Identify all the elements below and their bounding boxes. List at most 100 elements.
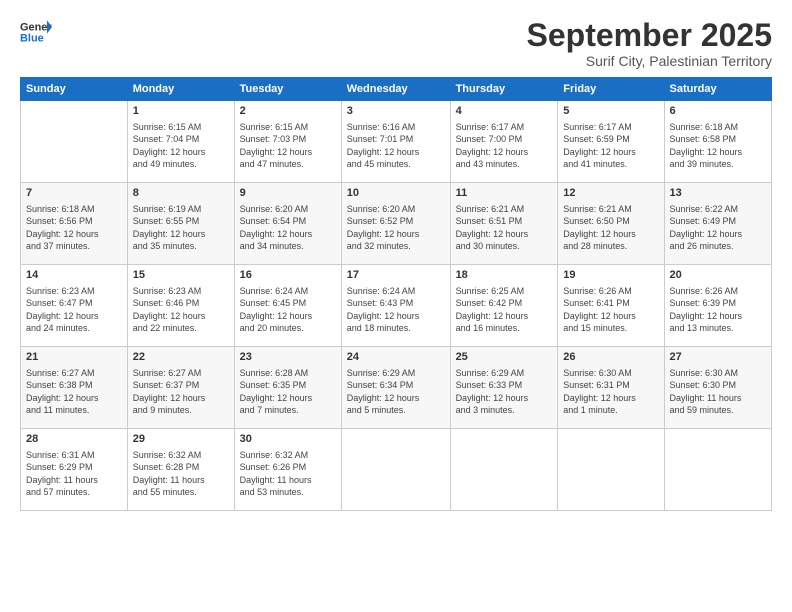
day-info: Sunrise: 6:27 AM Sunset: 6:37 PM Dayligh…	[133, 367, 229, 417]
day-number: 27	[670, 350, 767, 365]
svg-text:Blue: Blue	[20, 32, 44, 44]
header-day: Thursday	[450, 78, 558, 101]
calendar-week-row: 7 Sunrise: 6:18 AM Sunset: 6:56 PM Daylig…	[21, 183, 772, 265]
calendar-cell: 3Sunrise: 6:16 AM Sunset: 7:01 PM Daylig…	[341, 101, 450, 183]
calendar-cell: 22 Sunrise: 6:27 AM Sunset: 6:37 PM Dayli…	[127, 347, 234, 429]
header-day: Monday	[127, 78, 234, 101]
day-number: 16	[240, 268, 336, 283]
day-info: Sunrise: 6:16 AM Sunset: 7:01 PM Dayligh…	[347, 121, 445, 171]
day-number: 20	[670, 268, 767, 283]
day-number: 24	[347, 350, 445, 365]
day-number: 7	[26, 186, 122, 201]
calendar-cell: 18 Sunrise: 6:25 AM Sunset: 6:42 PM Dayli…	[450, 265, 558, 347]
day-number: 10	[347, 186, 445, 201]
day-number: 9	[240, 186, 336, 201]
day-info: Sunrise: 6:23 AM Sunset: 6:47 PM Dayligh…	[26, 285, 122, 335]
day-number: 14	[26, 268, 122, 283]
day-info: Sunrise: 6:28 AM Sunset: 6:35 PM Dayligh…	[240, 367, 336, 417]
header-day: Sunday	[21, 78, 128, 101]
calendar-week-row: 28Sunrise: 6:31 AM Sunset: 6:29 PM Dayli…	[21, 429, 772, 511]
calendar-cell: 1 Sunrise: 6:15 AM Sunset: 7:04 PM Daylig…	[127, 101, 234, 183]
day-info: Sunrise: 6:17 AM Sunset: 7:00 PM Dayligh…	[456, 121, 553, 171]
day-info: Sunrise: 6:17 AM Sunset: 6:59 PM Dayligh…	[563, 121, 658, 171]
day-number: 1	[133, 104, 229, 119]
header-day: Friday	[558, 78, 664, 101]
day-number: 25	[456, 350, 553, 365]
day-info: Sunrise: 6:23 AM Sunset: 6:46 PM Dayligh…	[133, 285, 229, 335]
calendar-cell	[21, 101, 128, 183]
day-number: 2	[240, 104, 336, 119]
calendar-cell: 6Sunrise: 6:18 AM Sunset: 6:58 PM Daylig…	[664, 101, 772, 183]
day-info: Sunrise: 6:26 AM Sunset: 6:41 PM Dayligh…	[563, 285, 658, 335]
day-info: Sunrise: 6:15 AM Sunset: 7:04 PM Dayligh…	[133, 121, 229, 171]
title-block: September 2025 Surif City, Palestinian T…	[527, 18, 772, 69]
day-info: Sunrise: 6:32 AM Sunset: 6:28 PM Dayligh…	[133, 449, 229, 499]
day-info: Sunrise: 6:27 AM Sunset: 6:38 PM Dayligh…	[26, 367, 122, 417]
calendar-cell: 13Sunrise: 6:22 AM Sunset: 6:49 PM Dayli…	[664, 183, 772, 265]
calendar-cell: 10 Sunrise: 6:20 AM Sunset: 6:52 PM Dayli…	[341, 183, 450, 265]
month-title: September 2025	[527, 18, 772, 53]
day-info: Sunrise: 6:30 AM Sunset: 6:30 PM Dayligh…	[670, 367, 767, 417]
day-info: Sunrise: 6:29 AM Sunset: 6:33 PM Dayligh…	[456, 367, 553, 417]
calendar-cell: 7 Sunrise: 6:18 AM Sunset: 6:56 PM Daylig…	[21, 183, 128, 265]
day-info: Sunrise: 6:20 AM Sunset: 6:52 PM Dayligh…	[347, 203, 445, 253]
logo: General Blue	[20, 18, 52, 46]
calendar-week-row: 14 Sunrise: 6:23 AM Sunset: 6:47 PM Dayli…	[21, 265, 772, 347]
day-info: Sunrise: 6:21 AM Sunset: 6:50 PM Dayligh…	[563, 203, 658, 253]
header-day: Saturday	[664, 78, 772, 101]
calendar-cell: 23 Sunrise: 6:28 AM Sunset: 6:35 PM Dayli…	[234, 347, 341, 429]
calendar-cell: 17Sunrise: 6:24 AM Sunset: 6:43 PM Dayli…	[341, 265, 450, 347]
calendar-cell: 30 Sunrise: 6:32 AM Sunset: 6:26 PM Dayli…	[234, 429, 341, 511]
calendar-cell: 21 Sunrise: 6:27 AM Sunset: 6:38 PM Dayli…	[21, 347, 128, 429]
day-info: Sunrise: 6:25 AM Sunset: 6:42 PM Dayligh…	[456, 285, 553, 335]
day-info: Sunrise: 6:32 AM Sunset: 6:26 PM Dayligh…	[240, 449, 336, 499]
calendar-cell: 29 Sunrise: 6:32 AM Sunset: 6:28 PM Dayli…	[127, 429, 234, 511]
calendar-cell: 26 Sunrise: 6:30 AM Sunset: 6:31 PM Dayli…	[558, 347, 664, 429]
day-number: 11	[456, 186, 553, 201]
day-number: 26	[563, 350, 658, 365]
calendar-cell	[664, 429, 772, 511]
calendar-table: SundayMondayTuesdayWednesdayThursdayFrid…	[20, 77, 772, 511]
day-number: 5	[563, 104, 658, 119]
calendar-cell: 4 Sunrise: 6:17 AM Sunset: 7:00 PM Daylig…	[450, 101, 558, 183]
calendar-cell: 16 Sunrise: 6:24 AM Sunset: 6:45 PM Dayli…	[234, 265, 341, 347]
page-header: General Blue September 2025 Surif City, …	[20, 18, 772, 69]
calendar-week-row: 1 Sunrise: 6:15 AM Sunset: 7:04 PM Daylig…	[21, 101, 772, 183]
calendar-cell: 14 Sunrise: 6:23 AM Sunset: 6:47 PM Dayli…	[21, 265, 128, 347]
calendar-cell: 5 Sunrise: 6:17 AM Sunset: 6:59 PM Daylig…	[558, 101, 664, 183]
day-info: Sunrise: 6:26 AM Sunset: 6:39 PM Dayligh…	[670, 285, 767, 335]
calendar-cell	[558, 429, 664, 511]
day-info: Sunrise: 6:24 AM Sunset: 6:43 PM Dayligh…	[347, 285, 445, 335]
location-subtitle: Surif City, Palestinian Territory	[527, 53, 772, 69]
day-info: Sunrise: 6:22 AM Sunset: 6:49 PM Dayligh…	[670, 203, 767, 253]
day-number: 30	[240, 432, 336, 447]
calendar-cell: 25 Sunrise: 6:29 AM Sunset: 6:33 PM Dayli…	[450, 347, 558, 429]
day-number: 18	[456, 268, 553, 283]
calendar-cell: 12Sunrise: 6:21 AM Sunset: 6:50 PM Dayli…	[558, 183, 664, 265]
day-info: Sunrise: 6:18 AM Sunset: 6:56 PM Dayligh…	[26, 203, 122, 253]
day-info: Sunrise: 6:19 AM Sunset: 6:55 PM Dayligh…	[133, 203, 229, 253]
day-info: Sunrise: 6:29 AM Sunset: 6:34 PM Dayligh…	[347, 367, 445, 417]
day-number: 28	[26, 432, 122, 447]
calendar-cell: 27 Sunrise: 6:30 AM Sunset: 6:30 PM Dayli…	[664, 347, 772, 429]
day-number: 19	[563, 268, 658, 283]
calendar-cell: 8Sunrise: 6:19 AM Sunset: 6:55 PM Daylig…	[127, 183, 234, 265]
day-number: 22	[133, 350, 229, 365]
day-number: 23	[240, 350, 336, 365]
day-number: 29	[133, 432, 229, 447]
calendar-cell: 2 Sunrise: 6:15 AM Sunset: 7:03 PM Daylig…	[234, 101, 341, 183]
calendar-cell: 19 Sunrise: 6:26 AM Sunset: 6:41 PM Dayli…	[558, 265, 664, 347]
day-info: Sunrise: 6:24 AM Sunset: 6:45 PM Dayligh…	[240, 285, 336, 335]
day-number: 4	[456, 104, 553, 119]
calendar-cell: 28Sunrise: 6:31 AM Sunset: 6:29 PM Dayli…	[21, 429, 128, 511]
day-info: Sunrise: 6:20 AM Sunset: 6:54 PM Dayligh…	[240, 203, 336, 253]
day-number: 21	[26, 350, 122, 365]
calendar-cell: 9 Sunrise: 6:20 AM Sunset: 6:54 PM Daylig…	[234, 183, 341, 265]
day-number: 15	[133, 268, 229, 283]
calendar-cell: 11 Sunrise: 6:21 AM Sunset: 6:51 PM Dayli…	[450, 183, 558, 265]
day-info: Sunrise: 6:21 AM Sunset: 6:51 PM Dayligh…	[456, 203, 553, 253]
calendar-cell: 15 Sunrise: 6:23 AM Sunset: 6:46 PM Dayli…	[127, 265, 234, 347]
day-info: Sunrise: 6:15 AM Sunset: 7:03 PM Dayligh…	[240, 121, 336, 171]
day-info: Sunrise: 6:30 AM Sunset: 6:31 PM Dayligh…	[563, 367, 658, 417]
calendar-cell	[450, 429, 558, 511]
